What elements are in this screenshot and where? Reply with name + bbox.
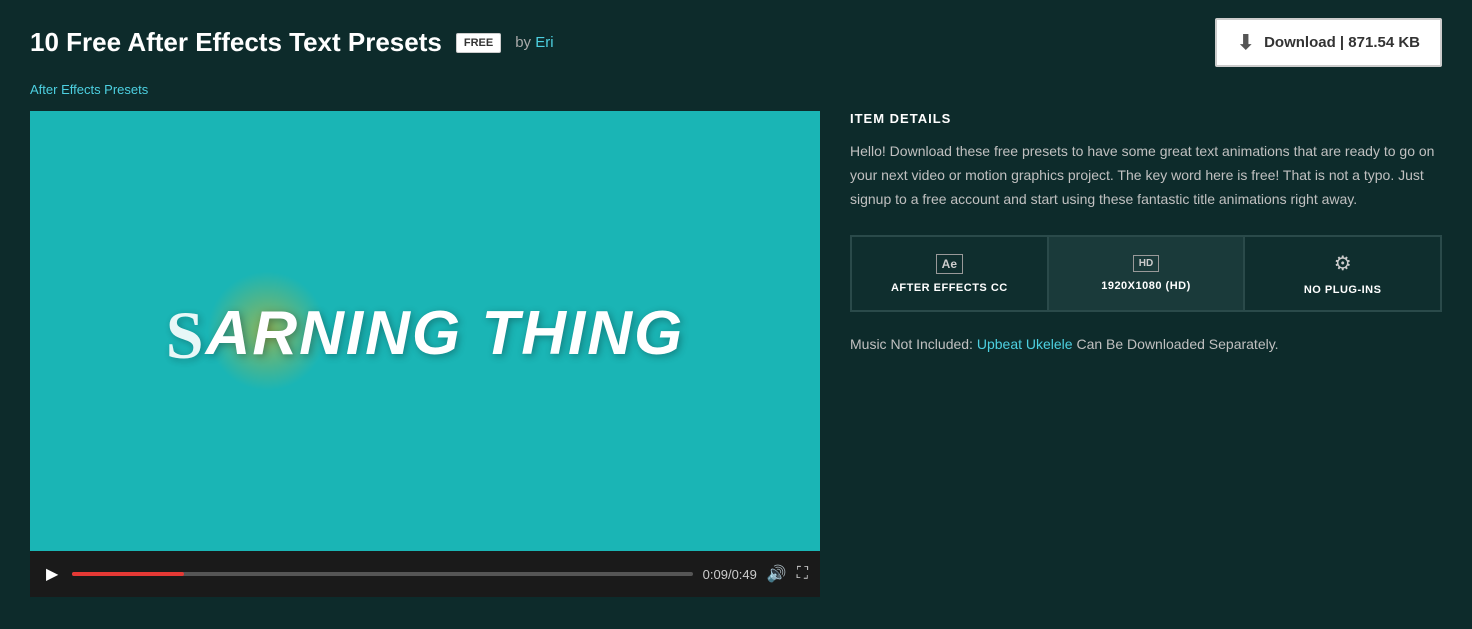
gear-icon: ⚙ <box>1334 251 1352 276</box>
time-display: 0:09/0:49 <box>703 567 757 582</box>
item-description: Hello! Download these free presets to ha… <box>850 140 1442 211</box>
spec-plugins: ⚙ NO PLUG-INS <box>1244 236 1441 311</box>
play-button[interactable]: ▶ <box>42 564 62 584</box>
breadcrumb: After Effects Presets <box>0 77 1472 111</box>
spec-resolution: HD 1920X1080 (HD) <box>1048 236 1245 311</box>
music-note: Music Not Included: Upbeat Ukelele Can B… <box>850 336 1442 352</box>
fullscreen-icon[interactable]: ⛶ <box>797 565 808 583</box>
page-title: 10 Free After Effects Text Presets <box>30 27 442 58</box>
progress-fill <box>72 572 184 576</box>
free-badge: FREE <box>456 33 501 53</box>
header: 10 Free After Effects Text Presets FREE … <box>0 0 1472 77</box>
video-display-text: SARNING THING <box>166 292 684 371</box>
details-section: ITEM DETAILS Hello! Download these free … <box>850 111 1442 597</box>
item-details-label: ITEM DETAILS <box>850 111 1442 126</box>
spec-ae-label: AFTER EFFECTS CC <box>891 282 1008 294</box>
animated-letter: S <box>166 296 206 375</box>
download-icon: ⬇ <box>1237 30 1254 55</box>
volume-icon[interactable]: 🔊 <box>767 564 787 584</box>
video-container[interactable]: SARNING THING <box>30 111 820 551</box>
main-content: SARNING THING ▶ 0:09/0:49 🔊 ⛶ ITEM DETAI… <box>0 111 1472 617</box>
ae-icon: Ae <box>936 254 963 274</box>
spec-gear-label: NO PLUG-INS <box>1304 284 1382 296</box>
download-button[interactable]: ⬇ Download | 871.54 KB <box>1215 18 1442 67</box>
video-controls: ▶ 0:09/0:49 🔊 ⛶ <box>30 551 820 597</box>
progress-bar[interactable] <box>72 572 692 576</box>
video-section: SARNING THING ▶ 0:09/0:49 🔊 ⛶ <box>30 111 820 597</box>
music-link[interactable]: Upbeat Ukelele <box>977 336 1073 352</box>
specs-grid: Ae AFTER EFFECTS CC HD 1920X1080 (HD) ⚙ … <box>850 235 1442 312</box>
breadcrumb-link[interactable]: After Effects Presets <box>30 82 148 97</box>
by-author: by Eri <box>515 34 553 51</box>
author-link[interactable]: Eri <box>535 34 553 51</box>
spec-hd-label: 1920X1080 (HD) <box>1101 280 1191 292</box>
hd-icon: HD <box>1133 255 1159 272</box>
header-left: 10 Free After Effects Text Presets FREE … <box>30 27 554 58</box>
spec-after-effects: Ae AFTER EFFECTS CC <box>851 236 1048 311</box>
